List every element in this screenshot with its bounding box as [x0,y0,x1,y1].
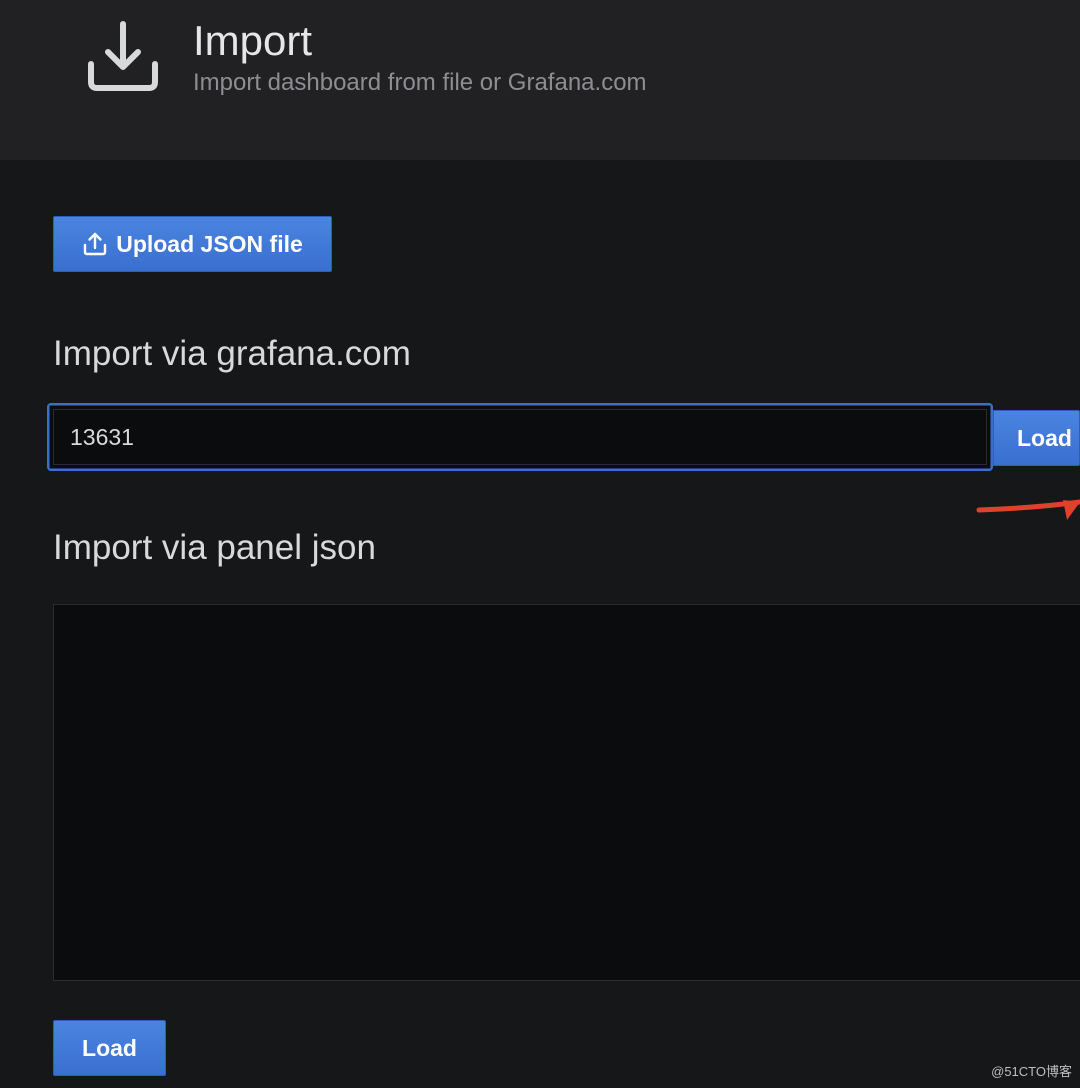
upload-json-label: Upload JSON file [116,230,303,257]
panel-json-textarea[interactable] [53,604,1080,981]
page-header: Import Import dashboard from file or Gra… [0,0,1080,160]
grafana-com-input-focus-ring [47,403,993,471]
panel-json-load-label: Load [82,1034,137,1061]
upload-icon [84,232,107,256]
grafana-com-load-label: Load [1017,424,1072,451]
panel-json-heading: Import via panel json [53,528,376,567]
download-icon [88,21,158,91]
annotation-arrow-icon [976,499,1080,520]
upload-json-button[interactable]: Upload JSON file [53,216,332,272]
grafana-com-load-button[interactable]: Load [993,410,1080,466]
page-title: Import [193,17,313,64]
panel-json-load-button[interactable]: Load [53,1020,166,1076]
watermark: @51CTO博客 [991,1064,1072,1079]
grafana-com-heading: Import via grafana.com [53,334,411,373]
grafana-com-id-input[interactable] [53,409,987,465]
page-subtitle: Import dashboard from file or Grafana.co… [193,69,647,96]
import-page: Import Import dashboard from file or Gra… [0,0,1080,1088]
